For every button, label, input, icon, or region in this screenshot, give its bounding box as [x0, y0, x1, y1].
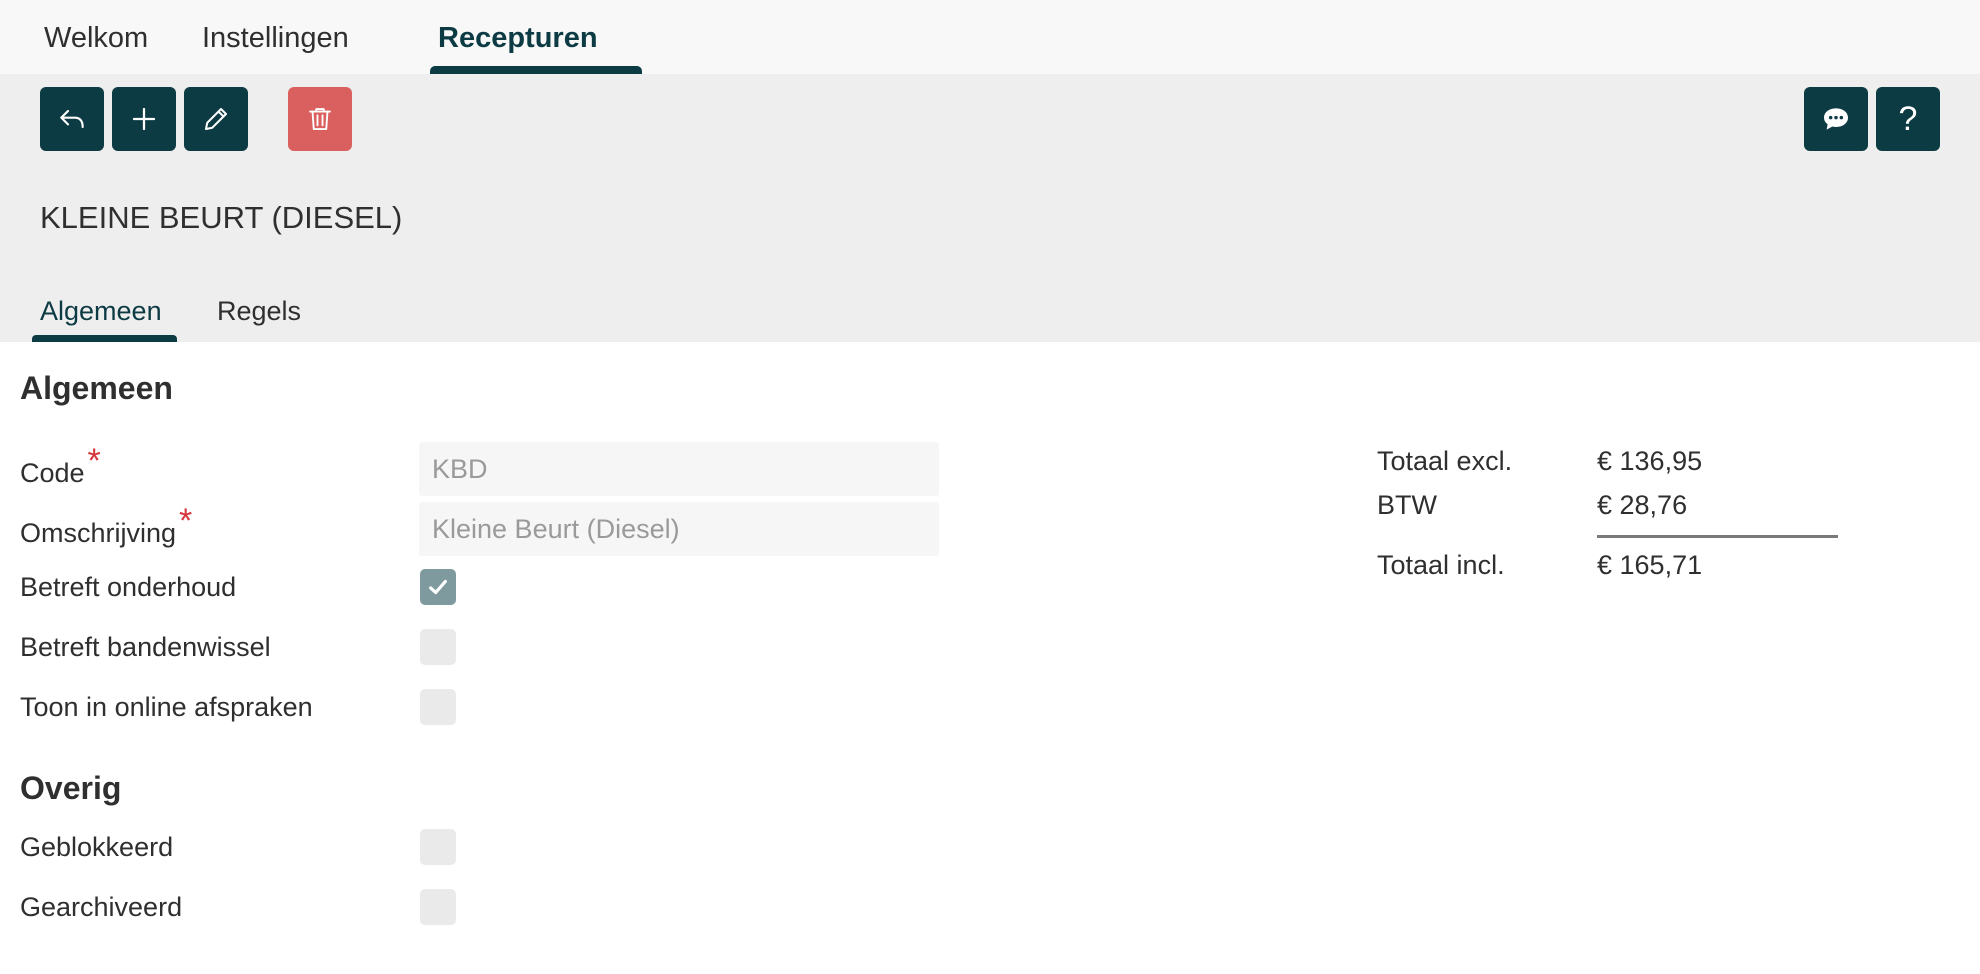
required-marker: * [87, 442, 101, 480]
section-title-general: Algemeen [20, 370, 173, 406]
totals-divider [1597, 535, 1838, 538]
vat-value: € 28,76 [1597, 490, 1688, 520]
total-excl-label: Totaal excl. [1377, 446, 1513, 476]
plus-icon [132, 107, 156, 131]
delete-button[interactable] [288, 87, 352, 151]
tire-change-checkbox[interactable] [420, 629, 456, 665]
chat-button[interactable] [1804, 87, 1868, 151]
top-navigation: Welkom Instellingen Recepturen [0, 0, 1980, 74]
chat-bubble-icon [1824, 108, 1848, 130]
archived-checkbox[interactable] [420, 889, 456, 925]
vat-label: BTW [1377, 490, 1437, 520]
help-button[interactable]: ? [1876, 87, 1940, 151]
archived-label: Gearchiveerd [20, 892, 183, 922]
blocked-checkbox[interactable] [420, 829, 456, 865]
active-subtab-indicator [32, 335, 177, 342]
trash-icon [309, 108, 331, 130]
tab-instellingen[interactable]: Instellingen [202, 22, 349, 55]
blocked-label: Geblokkeerd [20, 832, 174, 862]
section-title-other: Overig [20, 770, 122, 806]
record-header: ? KLEINE BEURT (DIESEL) Algemeen Regels [0, 74, 1980, 342]
maintenance-label: Betreft onderhoud [20, 572, 237, 602]
total-incl-label: Totaal incl. [1377, 550, 1505, 580]
online-appointments-label: Toon in online afspraken [20, 692, 313, 722]
subtab-regels[interactable]: Regels [217, 296, 301, 327]
add-button[interactable] [112, 87, 176, 151]
code-field[interactable]: KBD [419, 442, 939, 496]
tab-recepturen[interactable]: Recepturen [438, 22, 598, 55]
description-label: Omschrijving* [20, 502, 192, 551]
active-tab-indicator [430, 66, 642, 74]
code-label: Code* [20, 442, 101, 491]
code-label-text: Code [20, 458, 85, 488]
tab-welkom[interactable]: Welkom [44, 22, 148, 55]
subtab-algemeen[interactable]: Algemeen [40, 296, 162, 327]
required-marker: * [179, 502, 193, 540]
pencil-icon [205, 108, 227, 130]
maintenance-checkbox[interactable] [420, 569, 456, 605]
checkmark-icon [429, 579, 447, 595]
total-excl-value: € 136,95 [1597, 446, 1703, 476]
tire-change-label: Betreft bandenwissel [20, 632, 271, 662]
description-label-text: Omschrijving [20, 518, 177, 548]
description-field[interactable]: Kleine Beurt (Diesel) [419, 502, 939, 556]
back-button[interactable] [40, 87, 104, 151]
undo-arrow-icon [60, 109, 84, 129]
record-title: KLEINE BEURT (DIESEL) [40, 200, 403, 235]
total-incl-value: € 165,71 [1597, 550, 1703, 580]
edit-button[interactable] [184, 87, 248, 151]
online-appointments-checkbox[interactable] [420, 689, 456, 725]
